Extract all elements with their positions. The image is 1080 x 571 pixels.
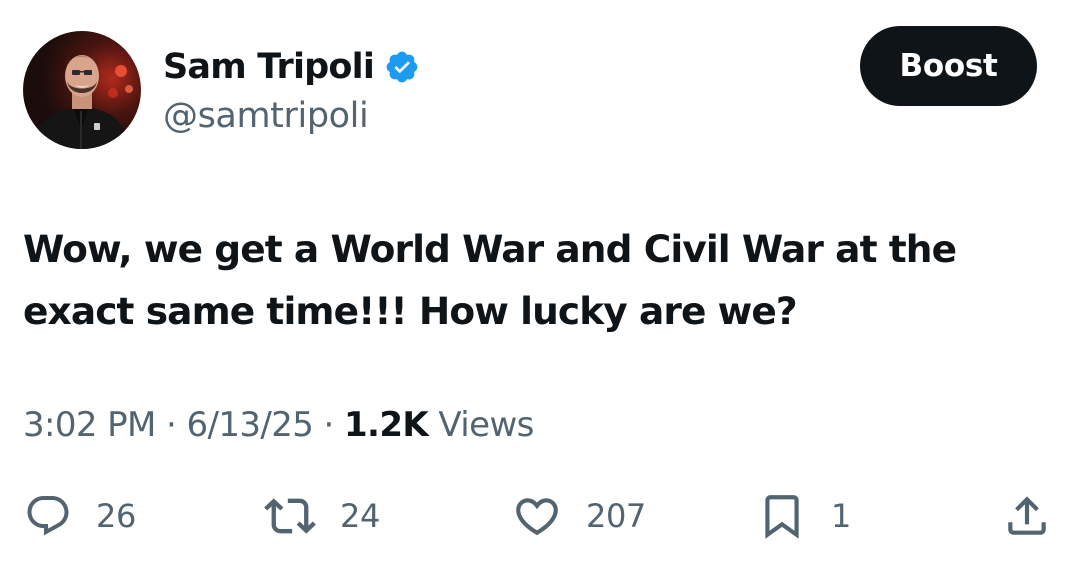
share-icon: [1008, 496, 1046, 535]
share-button[interactable]: [1002, 488, 1052, 544]
verified-badge-icon[interactable]: [384, 49, 420, 85]
reply-button[interactable]: 26: [24, 488, 136, 544]
heart-icon: [516, 498, 558, 536]
tweet-time[interactable]: 3:02 PM: [23, 405, 156, 445]
meta-separator: ·: [323, 405, 335, 445]
views-label: Views: [438, 405, 534, 445]
repost-button[interactable]: 24: [264, 488, 380, 544]
views-count: 1.2K: [343, 405, 429, 445]
repost-icon: [264, 498, 316, 534]
repost-count: 24: [340, 497, 380, 535]
profile-photo: [23, 31, 141, 149]
boost-button[interactable]: Boost: [860, 26, 1037, 106]
bookmark-count: 1: [831, 497, 851, 535]
tweet-meta: 3:02 PM · 6/13/25 · 1.2K Views: [23, 405, 534, 445]
avatar[interactable]: [23, 31, 141, 149]
tweet-text: Wow, we get a World War and Civil War at…: [23, 227, 957, 333]
author-name-row: Sam Tripoli: [163, 45, 420, 89]
meta-separator: ·: [166, 405, 177, 445]
bookmark-icon: [765, 495, 799, 539]
author-handle[interactable]: @samtripoli: [163, 96, 369, 136]
action-bar: 26 24 207 1: [0, 488, 1080, 544]
like-button[interactable]: 207: [512, 488, 646, 544]
reply-count: 26: [96, 497, 136, 535]
reply-icon: [27, 496, 69, 536]
author-display-name[interactable]: Sam Tripoli: [163, 47, 375, 87]
like-count: 207: [586, 497, 646, 535]
bookmark-button[interactable]: 1: [757, 488, 851, 544]
tweet-date[interactable]: 6/13/25: [186, 405, 313, 445]
